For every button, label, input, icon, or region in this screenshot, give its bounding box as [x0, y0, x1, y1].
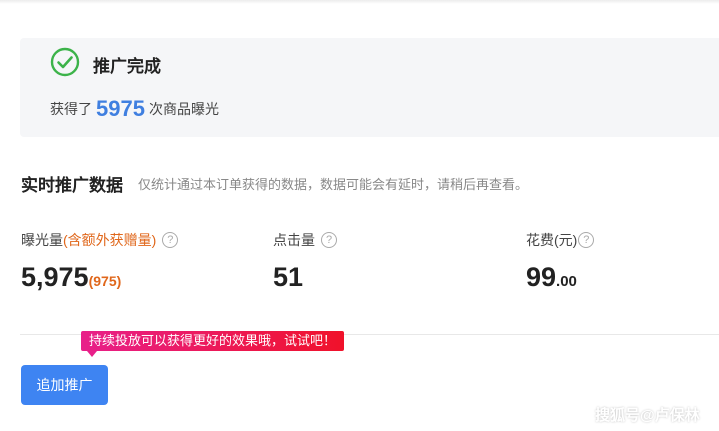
metric-exposure: 曝光量 (含额外获赠量) ? 5,975(975) — [21, 230, 179, 293]
exposure-value: 5,975 — [21, 262, 89, 292]
help-icon[interactable]: ? — [578, 232, 595, 248]
metric-cost: 花费(元) ? 99.00 — [526, 230, 595, 293]
cost-label-text: 花费(元) — [526, 232, 578, 248]
promo-tooltip-text: 持续投放可以获得更好的效果哦，试试吧！ — [89, 333, 337, 348]
help-icon[interactable]: ? — [162, 232, 179, 248]
promo-tooltip: 持续投放可以获得更好的效果哦，试试吧！ — [81, 331, 345, 357]
realtime-data-note: 仅统计通过本订单获得的数据，数据可能会有延时，请稍后再查看。 — [138, 177, 529, 192]
help-icon[interactable]: ? — [321, 232, 337, 248]
exposure-label-sub: (含额外获赠量) — [63, 232, 157, 248]
watermark: 搜狐号@卢保林 — [595, 407, 700, 424]
metric-cost-label: 花费(元) ? — [526, 230, 595, 250]
top-shadow — [0, 0, 719, 4]
metric-cost-value: 99.00 — [526, 262, 594, 293]
exposure-summary: 获得了 5975 次商品曝光 — [50, 96, 219, 122]
cost-value-int: 99 — [526, 262, 557, 292]
exposure-prefix: 获得了 — [50, 101, 92, 117]
check-circle-icon — [50, 47, 80, 77]
metric-exposure-label: 曝光量 (含额外获赠量) ? — [21, 230, 179, 250]
clicks-label-text: 点击量 — [273, 232, 315, 248]
add-promotion-button[interactable]: 追加推广 — [21, 365, 108, 405]
metric-clicks-label: 点击量 ? — [273, 230, 337, 250]
exposure-extra: (975) — [88, 273, 122, 289]
exposure-label-text: 曝光量 — [21, 232, 63, 248]
realtime-data-title: 实时推广数据 — [21, 176, 123, 195]
status-panel: 推广完成 获得了 5975 次商品曝光 — [20, 38, 719, 137]
exposure-suffix: 次商品曝光 — [148, 101, 219, 117]
cost-value-decimal: .00 — [556, 273, 577, 290]
tooltip-arrow — [87, 351, 97, 357]
metric-exposure-value: 5,975(975) — [21, 262, 178, 293]
metric-clicks: 点击量 ? 51 — [273, 230, 337, 293]
metric-clicks-value: 51 — [273, 262, 304, 292]
status-title: 推广完成 — [93, 57, 161, 76]
exposure-count: 5975 — [96, 96, 145, 121]
